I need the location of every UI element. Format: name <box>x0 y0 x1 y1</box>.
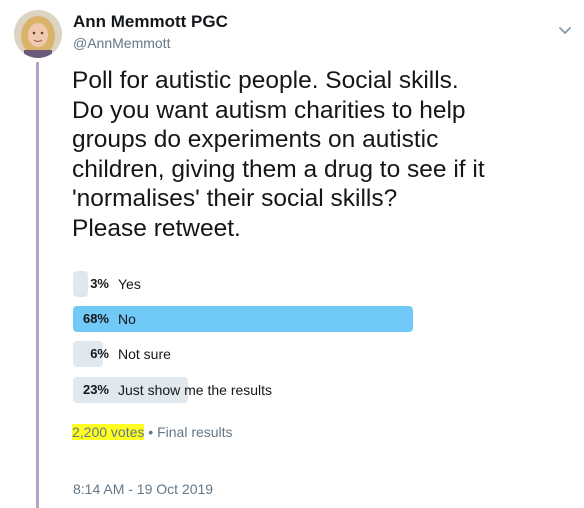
avatar[interactable] <box>14 10 62 58</box>
timestamp[interactable]: 8:14 AM - 19 Oct 2019 <box>73 481 213 497</box>
poll-option: 6% Not sure <box>73 341 573 367</box>
poll-option: 23% Just show me the results <box>73 377 573 403</box>
poll-percent: 3% <box>90 276 109 291</box>
poll-label: Just show me the results <box>118 382 273 398</box>
poll-footer: 2,200 votes • Final results <box>72 424 233 440</box>
tweet-text: Poll for autistic people. Social skills.… <box>72 67 485 242</box>
poll-percent: 6% <box>90 346 109 361</box>
chevron-down-icon[interactable] <box>556 22 574 40</box>
poll-status: Final results <box>157 424 233 440</box>
poll-percent: 68% <box>82 311 109 326</box>
author-name[interactable]: Ann Memmott PGC <box>73 12 228 32</box>
poll-option: 3% Yes <box>73 271 573 297</box>
separator: • <box>148 424 154 440</box>
vote-count: 2,200 votes <box>72 424 145 440</box>
author-handle[interactable]: @AnnMemmott <box>73 35 170 51</box>
poll-percent: 23% <box>82 382 109 397</box>
thread-line <box>36 62 39 508</box>
poll-label: No <box>118 311 136 327</box>
poll-option: 68% No <box>73 306 573 332</box>
poll-label: Not sure <box>118 346 171 362</box>
poll-label: Yes <box>118 276 141 292</box>
avatar-photo <box>14 10 62 58</box>
